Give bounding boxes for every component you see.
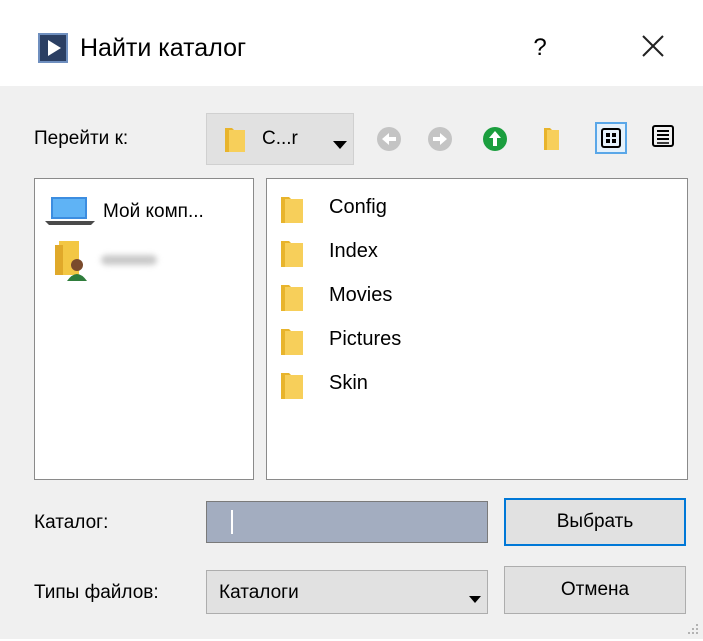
files-pane[interactable]: Config Index Movies Pictures Skin <box>266 178 688 480</box>
app-icon <box>38 33 68 63</box>
file-name: Index <box>329 240 378 262</box>
back-button[interactable] <box>374 124 404 154</box>
folder-icon <box>279 371 305 406</box>
forward-button[interactable] <box>425 124 455 154</box>
list-item[interactable]: Pictures <box>279 323 659 355</box>
catalog-input[interactable] <box>206 501 488 543</box>
list-view-button[interactable] <box>595 122 627 154</box>
chevron-down-icon <box>333 136 347 154</box>
filetype-select[interactable]: Каталоги <box>206 570 488 614</box>
details-view-icon <box>652 125 674 147</box>
filetype-label: Типы файлов: <box>34 582 159 603</box>
close-icon <box>642 35 664 57</box>
list-item[interactable]: Config <box>279 191 659 223</box>
up-icon <box>483 127 507 151</box>
up-folder-button[interactable] <box>480 124 510 154</box>
folder-icon <box>279 327 305 362</box>
chevron-down-icon <box>469 590 481 608</box>
details-view-button[interactable] <box>649 122 681 154</box>
title-bar: Найти каталог ? <box>0 0 703 86</box>
window-title: Найти каталог <box>80 34 247 62</box>
list-item[interactable]: Skin <box>279 367 659 399</box>
computer-icon <box>45 193 95 232</box>
places-item-label: Мой комп... <box>103 201 204 222</box>
folder-icon <box>279 283 305 318</box>
file-name: Movies <box>329 284 393 306</box>
close-button[interactable] <box>630 30 676 66</box>
cancel-button[interactable]: Отмена <box>504 566 686 614</box>
help-button[interactable]: ? <box>520 30 560 66</box>
back-icon <box>377 127 401 151</box>
filetype-value: Каталоги <box>219 582 299 603</box>
user-name-redacted <box>101 255 157 265</box>
list-item[interactable]: Movies <box>279 279 659 311</box>
list-view-icon <box>601 128 621 148</box>
text-caret <box>231 510 233 534</box>
folder-icon <box>279 195 305 230</box>
places-item-computer[interactable]: Мой комп... <box>45 191 245 231</box>
catalog-label: Каталог: <box>34 512 109 533</box>
user-folder-icon <box>53 239 93 286</box>
file-name: Config <box>329 196 387 218</box>
goto-label: Перейти к: <box>34 128 129 149</box>
folder-icon <box>223 126 247 159</box>
folder-icon <box>279 239 305 274</box>
list-item[interactable]: Index <box>279 235 659 267</box>
location-combobox[interactable]: C...r <box>206 113 354 165</box>
new-folder-button[interactable] <box>540 124 570 154</box>
location-value: C...r <box>262 128 298 149</box>
places-pane[interactable]: Мой комп... <box>34 178 254 480</box>
new-folder-icon <box>544 128 559 150</box>
places-item-user[interactable] <box>45 239 245 281</box>
file-name: Skin <box>329 372 368 394</box>
file-name: Pictures <box>329 328 402 350</box>
forward-icon <box>428 127 452 151</box>
select-button[interactable]: Выбрать <box>504 498 686 546</box>
resize-grip-icon[interactable] <box>686 622 700 641</box>
